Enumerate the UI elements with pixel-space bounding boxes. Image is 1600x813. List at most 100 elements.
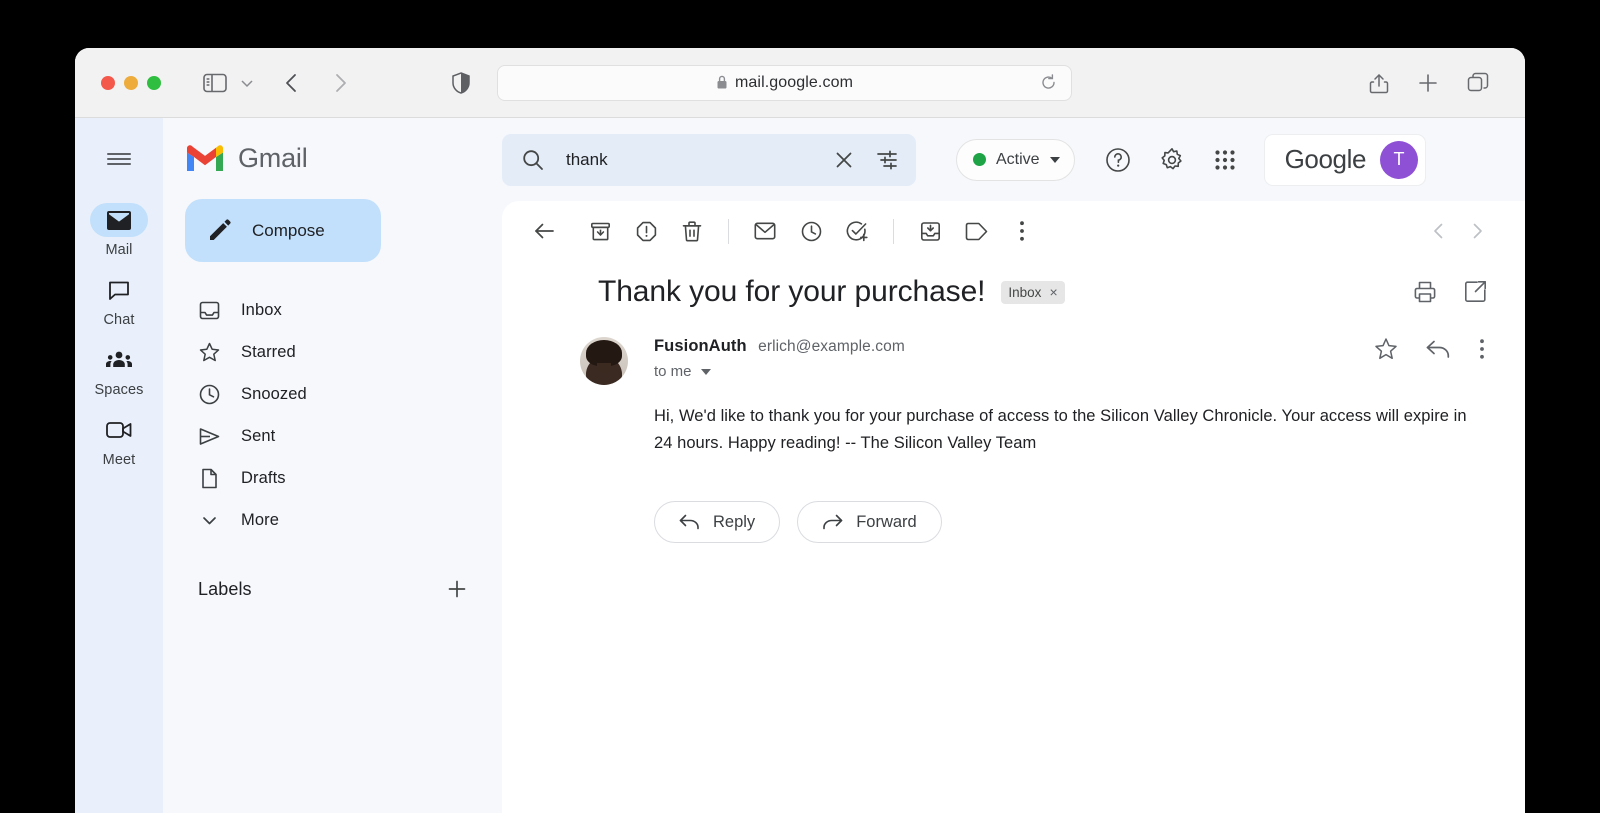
browser-back-button[interactable] bbox=[281, 72, 303, 94]
chat-icon bbox=[90, 273, 148, 307]
meet-icon bbox=[90, 413, 148, 447]
back-to-list-button[interactable] bbox=[521, 208, 567, 254]
gear-icon[interactable] bbox=[1159, 147, 1185, 173]
reply-button-label: Reply bbox=[713, 512, 756, 531]
mail-icon bbox=[90, 203, 148, 237]
gmail-wordmark: Gmail bbox=[238, 142, 308, 173]
hamburger-menu[interactable] bbox=[95, 135, 143, 183]
app-rail: Mail Chat Spaces Meet bbox=[75, 118, 163, 813]
inbox-icon bbox=[198, 300, 220, 321]
rail-item-label: Spaces bbox=[94, 382, 144, 398]
rail-item-mail[interactable]: Mail bbox=[85, 203, 153, 258]
pencil-icon bbox=[208, 219, 231, 242]
search-input[interactable] bbox=[566, 149, 834, 170]
search-box[interactable] bbox=[502, 133, 916, 186]
rail-item-label: Chat bbox=[103, 312, 135, 328]
address-bar-url: mail.google.com bbox=[735, 73, 853, 91]
open-in-new-window-icon[interactable] bbox=[1464, 280, 1487, 304]
delete-button[interactable] bbox=[669, 208, 715, 254]
folder-item-label: Inbox bbox=[241, 300, 282, 319]
rail-item-meet[interactable]: Meet bbox=[85, 413, 153, 468]
message-action-icons bbox=[1374, 337, 1487, 361]
compose-button[interactable]: Compose bbox=[185, 199, 381, 262]
more-options-button[interactable] bbox=[999, 208, 1045, 254]
rail-item-spaces[interactable]: Spaces bbox=[85, 343, 153, 398]
add-label-plus-icon[interactable] bbox=[446, 578, 468, 600]
next-message-button[interactable] bbox=[1467, 221, 1487, 241]
folder-item-starred[interactable]: Starred bbox=[163, 331, 500, 373]
search-icon bbox=[522, 149, 544, 171]
recipient-row[interactable]: to me bbox=[654, 363, 905, 380]
chevron-down-icon bbox=[198, 511, 220, 530]
sender-email: erlich@example.com bbox=[758, 338, 905, 355]
spaces-icon bbox=[90, 343, 148, 377]
chevron-down-icon[interactable] bbox=[239, 75, 255, 91]
minimize-window-button[interactable] bbox=[124, 75, 138, 90]
address-bar[interactable]: mail.google.com bbox=[497, 64, 1072, 101]
toolbar-divider bbox=[893, 218, 894, 244]
folder-item-drafts[interactable]: Drafts bbox=[163, 457, 500, 499]
subject-action-icons bbox=[1413, 280, 1487, 304]
status-dot-icon bbox=[973, 153, 986, 166]
close-window-button[interactable] bbox=[101, 75, 115, 90]
rail-item-chat[interactable]: Chat bbox=[85, 273, 153, 328]
print-icon[interactable] bbox=[1413, 280, 1437, 304]
gmail-m-icon bbox=[187, 145, 223, 171]
message-header-row: FusionAuth erlich@example.com to me bbox=[654, 337, 1487, 380]
help-icon[interactable] bbox=[1105, 147, 1131, 173]
reply-arrow-icon bbox=[679, 513, 700, 531]
apps-grid-icon[interactable] bbox=[1213, 148, 1237, 172]
label-chip-text: Inbox bbox=[1008, 284, 1042, 300]
status-chip[interactable]: Active bbox=[956, 138, 1075, 181]
new-tab-plus-icon[interactable] bbox=[1417, 72, 1439, 94]
rail-items: Mail Chat Spaces Meet bbox=[85, 203, 153, 468]
snooze-button[interactable] bbox=[788, 208, 834, 254]
message-main: FusionAuth erlich@example.com to me Hi, … bbox=[654, 337, 1487, 543]
star-icon[interactable] bbox=[1374, 337, 1398, 361]
forward-arrow-icon bbox=[822, 513, 843, 531]
label-button[interactable] bbox=[953, 208, 999, 254]
reload-icon[interactable] bbox=[1040, 74, 1057, 91]
report-spam-button[interactable] bbox=[623, 208, 669, 254]
chevron-down-icon bbox=[700, 368, 711, 375]
message-reply-buttons: Reply Forward bbox=[654, 501, 1487, 543]
previous-message-button[interactable] bbox=[1429, 221, 1449, 241]
gmail-header: Active bbox=[500, 118, 1525, 201]
email-body-text: Hi, We'd like to thank you for your purc… bbox=[654, 407, 1467, 452]
forward-button[interactable]: Forward bbox=[797, 501, 942, 543]
more-vertical-icon[interactable] bbox=[1479, 338, 1485, 360]
share-icon[interactable] bbox=[1369, 72, 1389, 94]
privacy-shield-icon[interactable] bbox=[451, 71, 471, 94]
avatar[interactable]: T bbox=[1380, 140, 1419, 179]
search-options-icon[interactable] bbox=[876, 150, 898, 170]
gmail-logo: Gmail bbox=[163, 127, 500, 189]
browser-chrome: mail.google.com bbox=[75, 48, 1525, 118]
tab-overview-icon[interactable] bbox=[1467, 72, 1489, 94]
move-to-inbox-button[interactable] bbox=[907, 208, 953, 254]
page-title: Thank you for your purchase! bbox=[598, 275, 986, 308]
google-account-button[interactable]: Google T bbox=[1263, 133, 1427, 186]
folder-item-more[interactable]: More bbox=[163, 499, 500, 541]
browser-window: mail.google.com Mail Chat Spaces Meet Gm… bbox=[75, 48, 1525, 813]
email-subject-row: Thank you for your purchase! Inbox × bbox=[502, 261, 1525, 309]
lock-icon bbox=[716, 75, 728, 90]
mark-unread-button[interactable] bbox=[742, 208, 788, 254]
star-icon bbox=[198, 342, 220, 363]
maximize-window-button[interactable] bbox=[147, 75, 161, 90]
browser-forward-button[interactable] bbox=[329, 72, 351, 94]
status-badge[interactable]: Inbox × bbox=[1001, 280, 1065, 304]
folder-item-label: Snoozed bbox=[241, 384, 307, 403]
add-to-tasks-button[interactable] bbox=[834, 208, 880, 254]
reply-button[interactable]: Reply bbox=[654, 501, 781, 543]
folder-item-sent[interactable]: Sent bbox=[163, 415, 500, 457]
sidebar-toggle-icon[interactable] bbox=[203, 73, 227, 93]
sidebar-folder-nav: Gmail Compose Inbox Starred Snoozed Sent… bbox=[163, 118, 500, 813]
archive-button[interactable] bbox=[577, 208, 623, 254]
remove-label-icon[interactable]: × bbox=[1049, 285, 1057, 299]
toolbar-divider bbox=[728, 218, 729, 244]
header-icon-group bbox=[1105, 147, 1237, 173]
folder-item-inbox[interactable]: Inbox bbox=[163, 289, 500, 331]
clear-search-icon[interactable] bbox=[834, 150, 854, 170]
folder-item-snoozed[interactable]: Snoozed bbox=[163, 373, 500, 415]
reply-arrow-icon[interactable] bbox=[1426, 338, 1451, 360]
